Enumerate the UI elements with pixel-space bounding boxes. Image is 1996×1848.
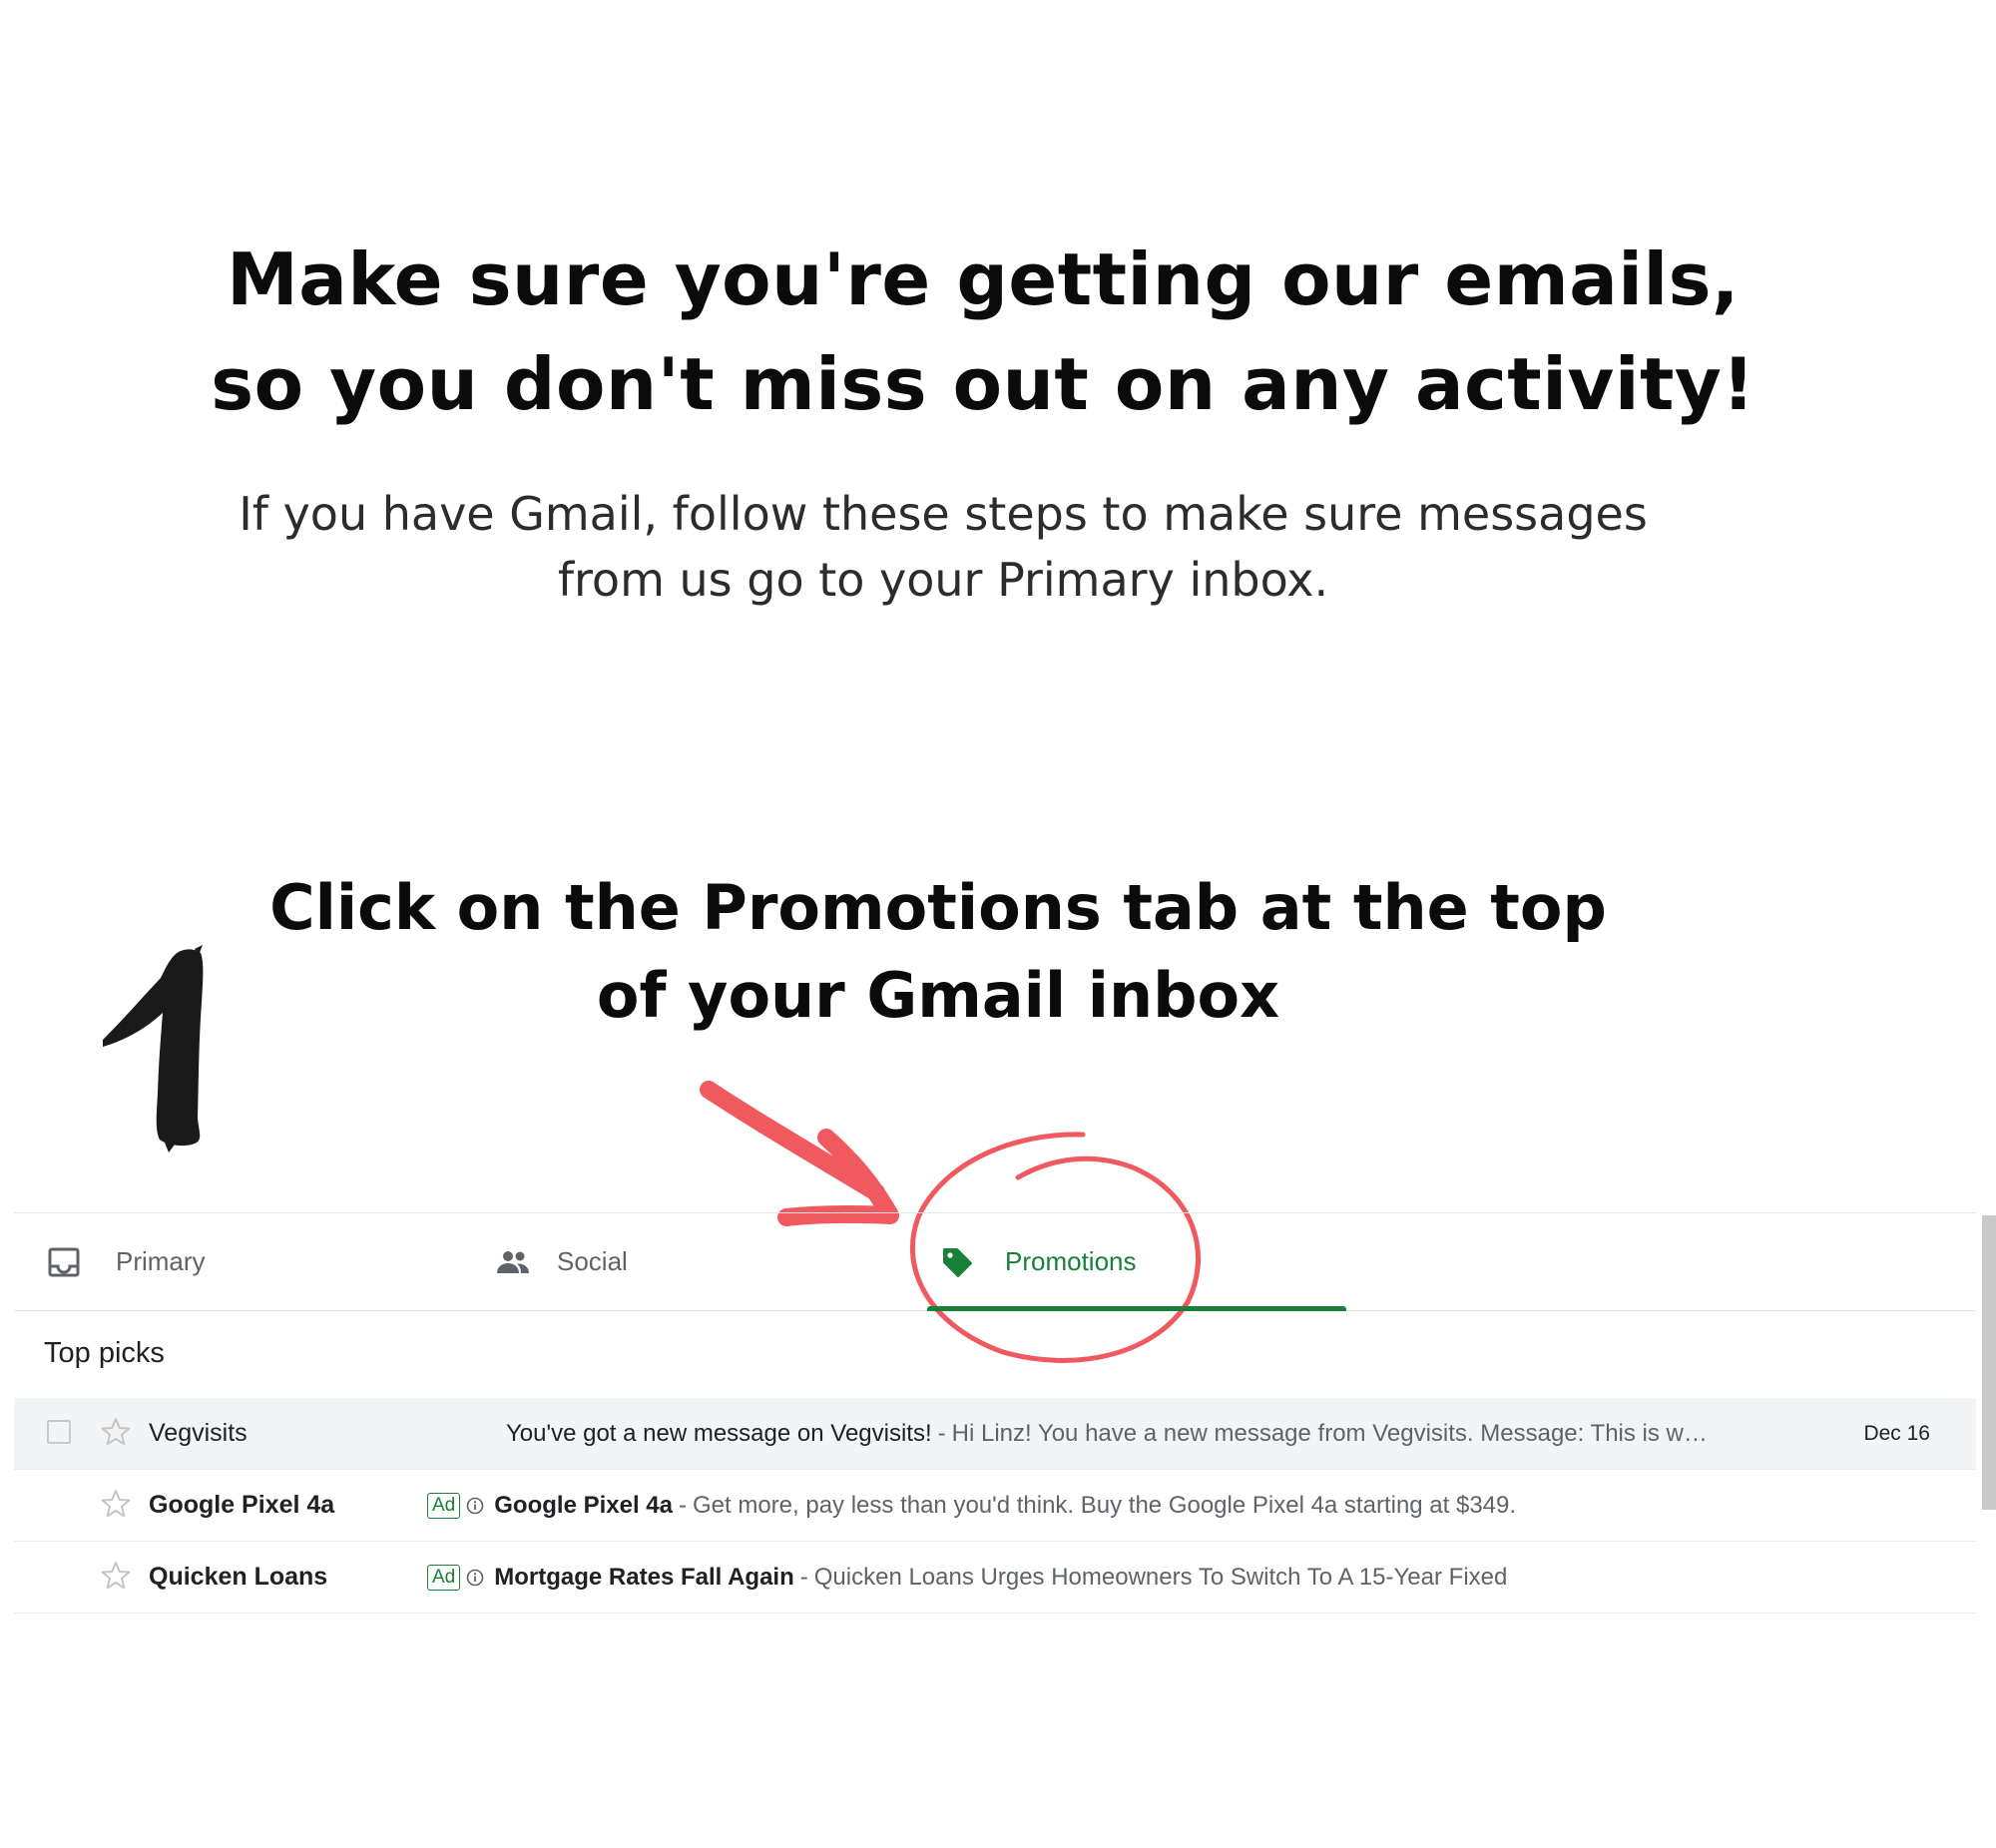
headline-line-2: so you don't miss out on any activity! [211,342,1755,426]
step-title: Click on the Promotions tab at the top o… [0,864,1876,1040]
intro-line-1: If you have Gmail, follow these steps to… [239,487,1648,541]
separator: - [799,1563,808,1591]
select-checkbox[interactable] [47,1420,71,1444]
page-headline: Make sure you're getting our emails, so … [0,228,1966,437]
info-icon[interactable] [466,1569,484,1587]
headline-line-1: Make sure you're getting our emails, [227,237,1740,321]
tab-social-label: Social [557,1246,628,1276]
step-title-line-2: of your Gmail inbox [596,959,1280,1032]
tab-social[interactable]: Social [493,1213,912,1310]
email-content: Ad Google Pixel 4a - Get more, pay less … [427,1470,1516,1541]
inbox-tabs: Primary Social Promotions [14,1213,1976,1311]
email-content: Ad Mortgage Rates Fall Again - Quicken L… [427,1542,1507,1613]
scrollbar[interactable] [1982,1215,1996,1510]
intro-text: If you have Gmail, follow these steps to… [0,481,1886,613]
inbox-icon [44,1242,84,1282]
gmail-inbox: Primary Social Promotions Top picks Vegv… [14,1212,1976,1614]
ad-badge: Ad [427,1564,461,1591]
email-subject: Google Pixel 4a [494,1491,673,1519]
email-subject: Mortgage Rates Fall Again [494,1563,794,1591]
email-snippet: Quicken Loans Urges Homeowners To Switch… [813,1563,1508,1591]
email-subject: You've got a new message on Vegvisits! [506,1419,932,1447]
pointer-arrow-icon [700,1081,899,1226]
separator: - [678,1491,687,1519]
email-row[interactable]: Quicken Loans Ad Mortgage Rates Fall Aga… [14,1542,1976,1614]
email-sender: Quicken Loans [149,1563,328,1591]
section-title: Top picks [44,1337,165,1369]
email-row[interactable]: Google Pixel 4a Ad Google Pixel 4a - Get… [14,1470,1976,1542]
star-icon[interactable] [100,1560,132,1592]
email-row[interactable]: Vegvisits You've got a new message on Ve… [14,1398,1976,1470]
tab-primary-label: Primary [116,1246,206,1276]
email-list: Vegvisits You've got a new message on Ve… [14,1398,1976,1614]
tab-primary[interactable]: Primary [44,1213,463,1310]
info-icon[interactable] [466,1497,484,1515]
separator: - [937,1419,946,1447]
people-icon [493,1242,533,1282]
star-icon[interactable] [100,1488,132,1520]
email-sender: Google Pixel 4a [149,1491,335,1519]
tag-icon [937,1242,977,1282]
intro-line-2: from us go to your Primary inbox. [557,553,1329,607]
active-tab-indicator [927,1306,1346,1311]
star-icon[interactable] [100,1416,132,1448]
tab-promotions[interactable]: Promotions [937,1213,1361,1310]
email-content: You've got a new message on Vegvisits! -… [506,1398,1708,1469]
tab-promotions-label: Promotions [1005,1246,1137,1276]
email-date: Dec 16 [1863,1421,1930,1445]
step-title-line-1: Click on the Promotions tab at the top [269,871,1607,944]
email-snippet: Get more, pay less than you'd think. Buy… [692,1491,1517,1519]
email-sender: Vegvisits [149,1419,248,1447]
email-snippet: Hi Linz! You have a new message from Veg… [951,1419,1708,1447]
ad-badge: Ad [427,1492,461,1519]
